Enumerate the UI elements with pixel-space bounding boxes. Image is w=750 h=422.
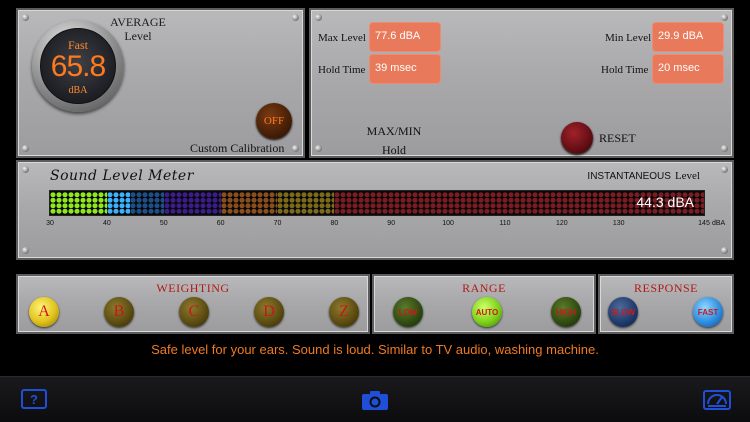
minmax-panel: Max Level 77.6 dBA Hold Time 39 msec Min…: [309, 8, 734, 158]
gauge-icon: [703, 390, 731, 410]
meter-mode: INSTANTANEOUS Level: [587, 170, 700, 182]
meter-tick-label: 80: [330, 220, 339, 227]
screw-icon: [721, 247, 728, 254]
option-label: Z: [339, 303, 349, 320]
meter-mode-suffix: Level: [674, 170, 700, 182]
reset-label: RESET: [599, 131, 636, 145]
meter-tick-label: 30: [46, 220, 54, 227]
reset-button[interactable]: [561, 122, 593, 154]
option-label: AUTO: [475, 307, 499, 317]
sound-level-meter-panel: Sound Level Meter INSTANTANEOUS Level 44.…: [16, 160, 734, 260]
weighting-option-z[interactable]: Z: [329, 297, 359, 327]
minmax-hold-heading: MAX/MIN: [366, 124, 422, 138]
min-level-label: Min Level: [605, 32, 652, 44]
dial-face: Fast 65.8 dBA: [40, 28, 116, 104]
level-meter-bar: 44.3 dBA: [49, 190, 705, 216]
response-option-slow[interactable]: SLOW: [608, 297, 638, 327]
max-level-value[interactable]: 77.6 dBA: [369, 22, 441, 52]
meter-scale-unit: dBA: [712, 220, 726, 227]
max-level-label: Max Level: [318, 32, 366, 44]
average-level-panel: Fast 65.8 dBA AVERAGE Level OFF Custom C…: [16, 8, 305, 158]
max-hold-time-value[interactable]: 39 msec: [369, 54, 441, 84]
screw-icon: [721, 145, 728, 152]
response-option-fast[interactable]: FAST: [693, 297, 723, 327]
meter-tick-label: 90: [387, 220, 396, 227]
average-subtitle: Level: [124, 29, 152, 43]
camera-button[interactable]: [361, 389, 389, 411]
instantaneous-level-value: 44.3 dBA: [636, 194, 694, 210]
camera-icon: [362, 391, 388, 410]
response-title: RESPONSE: [633, 281, 699, 295]
range-title: RANGE: [462, 281, 506, 295]
meter-band-segment: [106, 192, 130, 214]
screw-icon: [315, 14, 322, 21]
average-level-title: AVERAGE Level: [110, 15, 166, 43]
minmax-hold-subtitle: Hold: [382, 143, 406, 157]
meter-band-segment: [129, 192, 164, 214]
screw-icon: [22, 166, 29, 173]
question-icon: ?: [21, 389, 47, 409]
screw-icon: [22, 145, 29, 152]
meter-band-segment: [220, 192, 278, 214]
range-option-auto[interactable]: AUTO: [472, 297, 502, 327]
meter-band-segment: [163, 192, 221, 214]
min-hold-time-value[interactable]: 20 msec: [652, 54, 724, 84]
max-hold-time-label: Hold Time: [318, 64, 366, 76]
custom-calibration-toggle[interactable]: OFF: [256, 103, 292, 139]
screw-icon: [22, 14, 29, 21]
meter-settings-button[interactable]: [703, 389, 731, 411]
meter-tick-label: 50: [159, 220, 168, 227]
response-panel: RESPONSE SLOW FAST: [598, 274, 734, 334]
screw-icon: [292, 145, 299, 152]
min-level-value[interactable]: 29.9 dBA: [652, 22, 724, 52]
option-label: LOW: [398, 307, 418, 317]
screw-icon: [721, 14, 728, 21]
svg-text:?: ?: [30, 392, 38, 407]
meter-tick-label: 60: [216, 220, 225, 227]
meter-tick-label: 130: [612, 220, 625, 227]
screw-icon: [315, 145, 322, 152]
meter-tick-label: 40: [102, 220, 111, 227]
custom-calibration-label: Custom Calibration: [190, 141, 285, 155]
option-label: HIGH: [556, 307, 576, 317]
meter-tick-label: 145: [698, 220, 710, 227]
weighting-option-a[interactable]: A: [29, 297, 59, 327]
min-hold-time-label: Hold Time: [601, 64, 649, 76]
range-option-high[interactable]: HIGH: [551, 297, 581, 327]
meter-title: Sound Level Meter: [50, 168, 194, 184]
screw-icon: [721, 166, 728, 173]
dial-unit-label: dBA: [68, 85, 88, 96]
weighting-title: WEIGHTING: [156, 281, 230, 295]
weighting-panel: WEIGHTING A B C D Z: [16, 274, 370, 334]
meter-tick-label: 70: [273, 220, 282, 227]
help-button[interactable]: ?: [21, 389, 47, 409]
range-panel: RANGE LOW AUTO HIGH: [372, 274, 596, 334]
calibration-state: OFF: [263, 115, 285, 127]
average-level-value: 65.8: [50, 50, 106, 83]
option-label: FAST: [697, 307, 719, 317]
option-label: A: [38, 303, 50, 320]
weighting-option-c[interactable]: C: [179, 297, 209, 327]
meter-mode-label: INSTANTANEOUS: [587, 171, 671, 182]
screw-icon: [22, 247, 29, 254]
range-option-low[interactable]: LOW: [393, 297, 423, 327]
weighting-option-b[interactable]: B: [104, 297, 134, 327]
weighting-option-d[interactable]: D: [254, 297, 284, 327]
option-label: C: [188, 303, 200, 320]
meter-tick-label: 100: [442, 220, 454, 227]
screw-icon: [292, 14, 299, 21]
option-label: D: [263, 303, 275, 320]
option-label: SLOW: [611, 307, 635, 317]
minmax-hold-title: MAX/MIN Hold: [361, 122, 427, 160]
meter-band-segment: [277, 192, 335, 214]
meter-tick-label: 120: [555, 220, 568, 227]
average-title: AVERAGE: [110, 15, 166, 29]
meter-tick-label: 110: [499, 220, 511, 227]
bottom-toolbar: ?: [0, 376, 750, 422]
status-message: Safe level for your ears. Sound is loud.…: [151, 342, 599, 357]
option-label: B: [113, 303, 125, 320]
meter-band-segment: [50, 192, 107, 214]
